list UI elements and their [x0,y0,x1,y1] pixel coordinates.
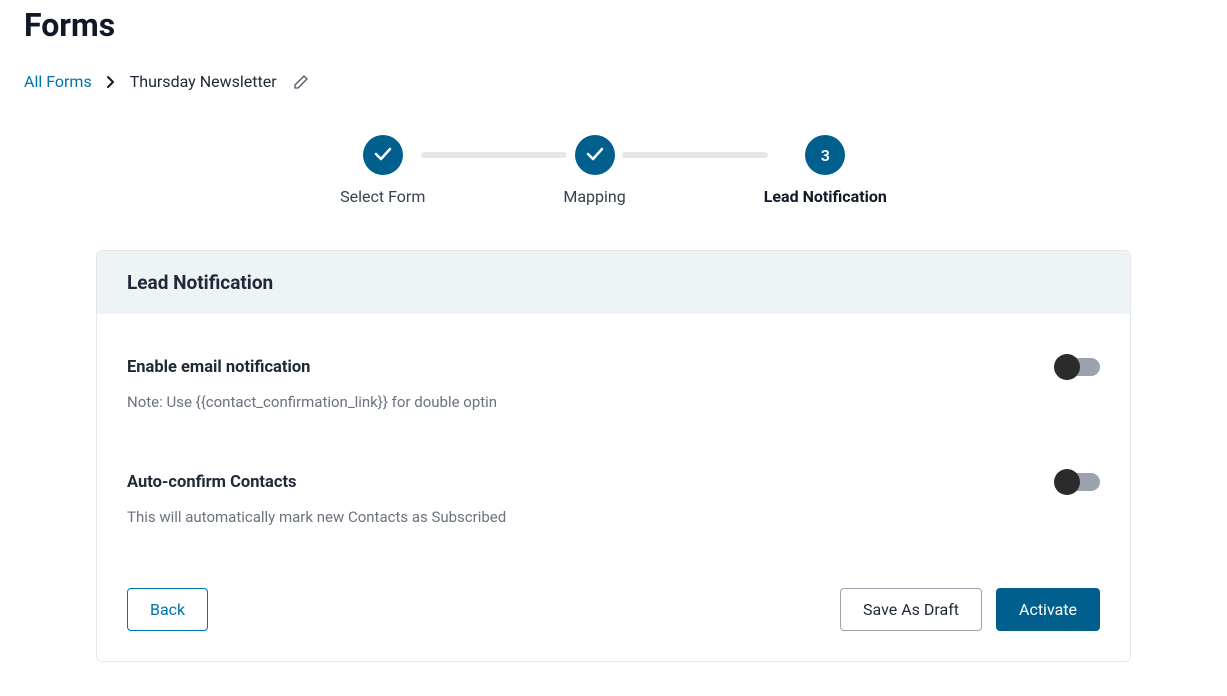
step-label: Lead Notification [764,187,887,206]
back-button[interactable]: Back [127,588,208,631]
toggle-knob [1054,469,1080,495]
step-circle-current: 3 [805,135,845,175]
setting-title: Auto-confirm Contacts [127,473,1056,492]
step-connector [622,152,768,158]
step-label: Mapping [563,187,625,206]
settings-card: Lead Notification Enable email notificat… [96,250,1131,662]
footer-right: Save As Draft Activate [840,588,1100,631]
breadcrumb-current: Thursday Newsletter [130,72,277,91]
step-lead-notification[interactable]: 3 Lead Notification [764,135,887,206]
step-mapping[interactable]: Mapping [563,135,625,206]
card-footer: Back Save As Draft Activate [127,588,1100,631]
chevron-right-icon [106,75,116,89]
breadcrumb-root-link[interactable]: All Forms [24,72,92,91]
setting-auto-confirm: Auto-confirm Contacts This will automati… [127,473,1100,526]
setting-text: Auto-confirm Contacts This will automati… [127,473,1056,526]
toggle-knob [1054,354,1080,380]
setting-note: Note: Use {{contact_confirmation_link}} … [127,393,1056,411]
card-body: Enable email notification Note: Use {{co… [97,314,1130,661]
setting-note: This will automatically mark new Contact… [127,508,1056,526]
auto-confirm-toggle[interactable] [1056,473,1100,491]
check-icon [586,146,604,165]
step-circle-done [363,135,403,175]
page-title: Forms [24,6,1203,44]
check-icon [374,146,392,165]
setting-text: Enable email notification Note: Use {{co… [127,358,1056,411]
activate-button[interactable]: Activate [996,588,1100,631]
breadcrumb: All Forms Thursday Newsletter [24,72,1203,91]
save-draft-button[interactable]: Save As Draft [840,588,982,631]
setting-email-notification: Enable email notification Note: Use {{co… [127,358,1100,411]
setting-title: Enable email notification [127,358,1056,377]
email-notification-toggle[interactable] [1056,358,1100,376]
step-circle-done [575,135,615,175]
card-header: Lead Notification [97,251,1130,314]
step-connector [421,152,567,158]
edit-icon[interactable] [293,74,309,90]
step-select-form[interactable]: Select Form [340,135,425,206]
step-label: Select Form [340,187,425,206]
stepper: Select Form Mapping 3 Lead Notification [24,135,1203,206]
